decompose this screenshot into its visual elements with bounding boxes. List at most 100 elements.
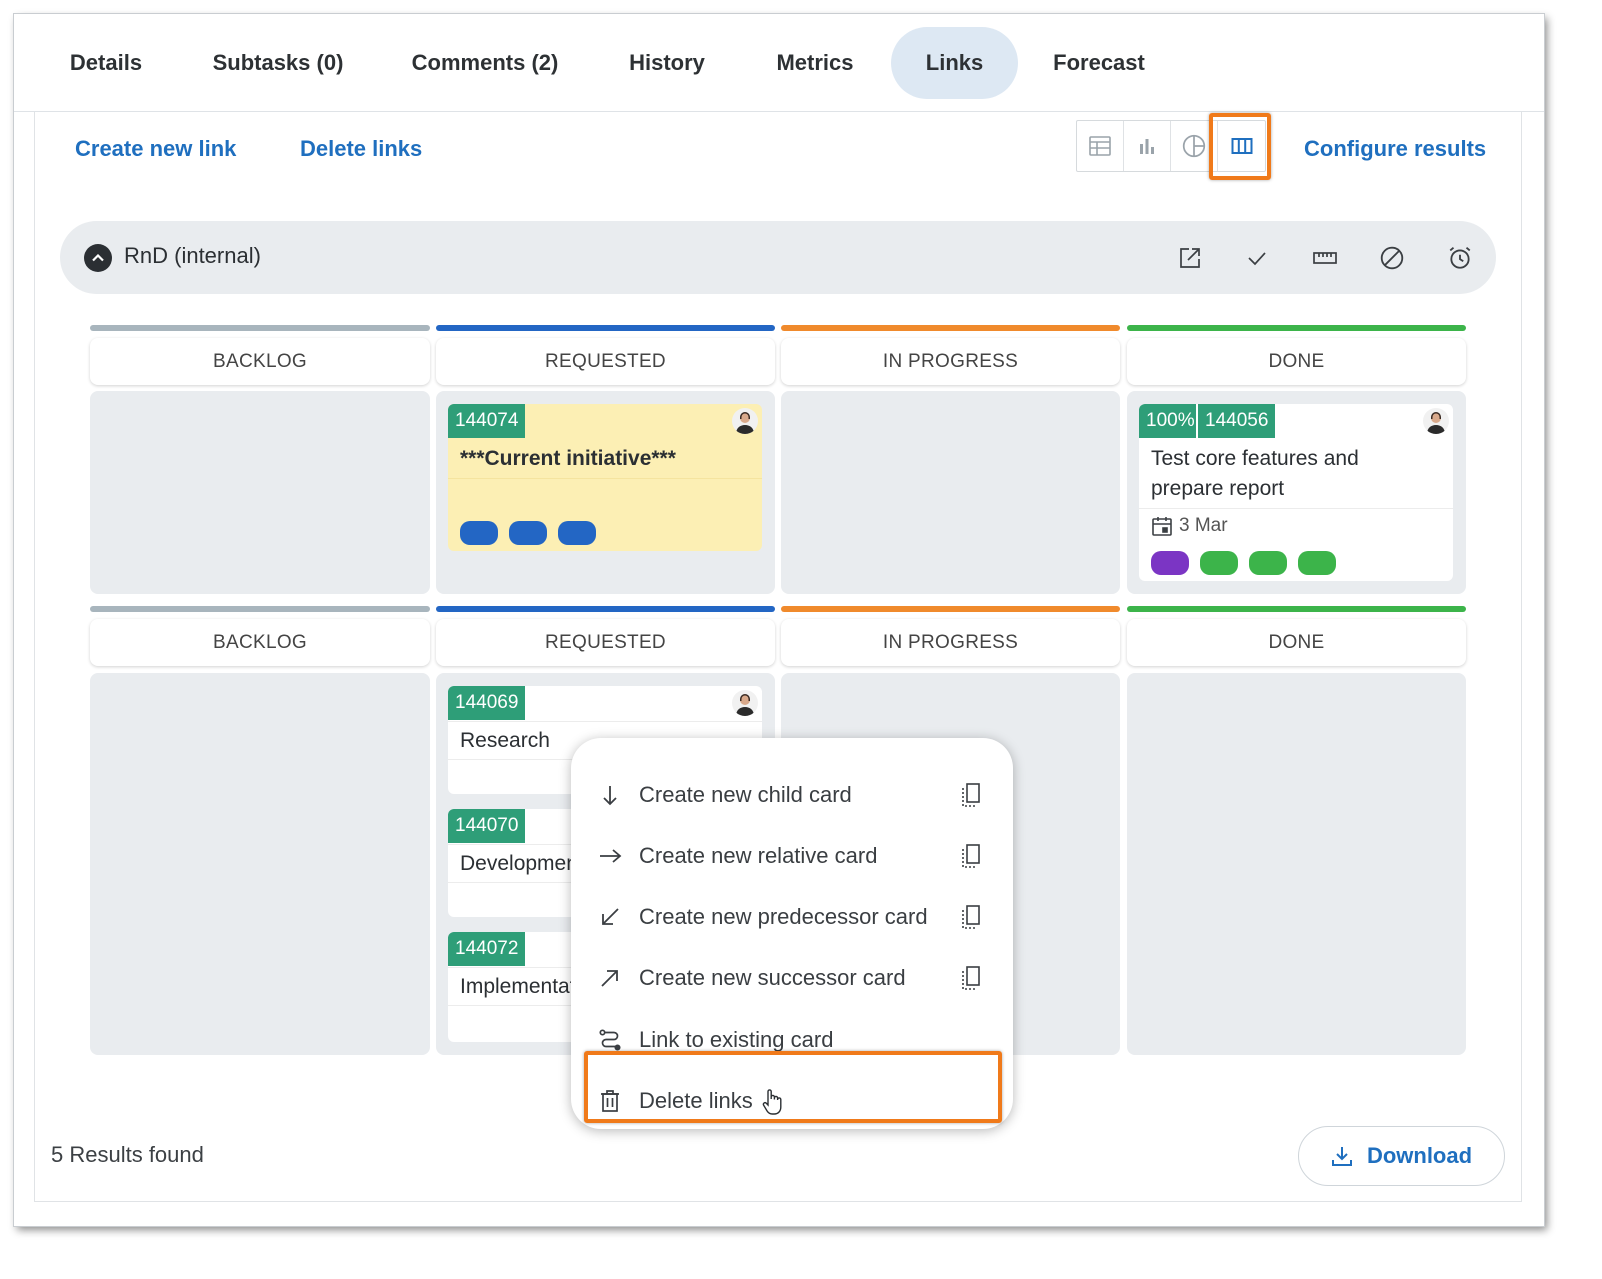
results-count: 5 Results found [51,1142,204,1167]
card-title: Research [460,729,550,752]
tab-subtasks[interactable]: Subtasks (0) [198,27,358,99]
tab-history[interactable]: History [614,27,720,99]
menu-item-create-successor[interactable]: Create new successor card [595,953,991,1003]
menu-item-label: Create new relative card [639,843,878,868]
board-cell [90,673,430,1055]
card-id-tag: 144072 [448,932,526,966]
card-divider [1139,508,1453,509]
menu-item-link-existing[interactable]: Link to existing card [595,1015,991,1065]
download-label: Download [1366,1143,1473,1168]
calendar-icon [1151,515,1173,537]
avatar [1423,408,1449,434]
done-color-bar [1127,606,1466,612]
card-id-tag: 144070 [448,809,526,843]
menu-item-label: Delete links [639,1088,753,1113]
column-header-in-progress: IN PROGRESS [781,619,1120,666]
due-date: 3 Mar [1179,515,1228,536]
board-cell [90,391,430,594]
card-title: ***Current initiative*** [460,447,676,470]
label-pill [1298,551,1336,575]
label-pill [1200,551,1238,575]
table-view-icon[interactable] [1077,121,1124,171]
check-icon[interactable] [1240,241,1274,275]
download-icon [1331,1145,1353,1167]
card-divider [448,721,762,722]
label-pill [460,521,498,545]
in-progress-color-bar [781,325,1120,331]
board-cell [1127,673,1466,1055]
requested-color-bar [436,606,775,612]
delete-links-button[interactable]: Delete links [300,136,422,162]
card-copy-icon[interactable] [959,843,983,874]
card-id-tag: 144056 [1198,404,1276,438]
arrow-down-left-icon [595,902,625,932]
label-pill [1151,551,1189,575]
arrow-up-right-icon [595,963,625,993]
group-title: RnD (internal) [124,243,261,268]
arrow-right-icon [595,841,625,871]
tab-links[interactable]: Links [891,27,1018,99]
view-switcher [1076,120,1266,172]
label-pill [1249,551,1287,575]
kanban-card[interactable]: 144074 ***Current initiative*** [448,404,762,551]
in-progress-color-bar [781,606,1120,612]
configure-results-button[interactable]: Configure results [1304,136,1486,162]
label-pill [509,521,547,545]
bar-chart-view-icon[interactable] [1124,121,1171,171]
done-color-bar [1127,325,1466,331]
ruler-icon[interactable] [1308,241,1342,275]
column-header-in-progress: IN PROGRESS [781,338,1120,385]
card-copy-icon[interactable] [959,965,983,996]
backlog-color-bar [90,325,430,331]
block-icon[interactable] [1375,241,1409,275]
download-button[interactable]: Download [1298,1126,1505,1186]
column-header-done: DONE [1127,338,1466,385]
column-header-requested: REQUESTED [436,619,775,666]
menu-item-label: Link to existing card [639,1027,834,1052]
card-divider [448,478,762,479]
menu-item-create-relative[interactable]: Create new relative card [595,831,991,881]
column-header-backlog: BACKLOG [90,338,430,385]
kanban-card[interactable]: 100% 144056 Test core features and prepa… [1139,404,1453,581]
menu-item-create-predecessor[interactable]: Create new predecessor card [595,892,991,942]
app-window: Details Subtasks (0) Comments (2) Histor… [14,14,1544,1226]
card-title-line-1: Test core features and [1151,447,1359,470]
card-copy-icon[interactable] [959,904,983,935]
column-header-done: DONE [1127,619,1466,666]
hand-cursor-icon [761,1088,783,1121]
tab-forecast[interactable]: Forecast [1040,27,1158,99]
board-cell [781,391,1120,594]
card-id-tag: 144074 [448,404,526,438]
route-icon [595,1025,625,1055]
requested-color-bar [436,325,775,331]
arrow-down-icon [595,780,625,810]
card-title: Development [460,852,584,875]
menu-item-label: Create new child card [639,782,852,807]
avatar [732,690,758,716]
menu-item-delete-links[interactable]: Delete links [595,1076,991,1126]
tab-bar: Details Subtasks (0) Comments (2) Histor… [14,14,1544,112]
column-header-requested: REQUESTED [436,338,775,385]
progress-tag: 100% [1139,404,1198,438]
open-external-icon[interactable] [1173,241,1207,275]
alarm-icon[interactable] [1443,241,1477,275]
card-title-line-2: prepare report [1151,477,1285,500]
create-new-link-button[interactable]: Create new link [75,136,236,162]
link-context-menu: Create new child card Create new relativ… [571,738,1013,1129]
tab-comments[interactable]: Comments (2) [398,27,572,99]
card-copy-icon[interactable] [959,782,983,813]
tab-metrics[interactable]: Metrics [762,27,868,99]
menu-item-create-child[interactable]: Create new child card [595,770,991,820]
menu-item-label: Create new predecessor card [639,904,928,929]
trash-icon [595,1086,625,1116]
column-header-backlog: BACKLOG [90,619,430,666]
collapse-toggle[interactable] [84,244,112,272]
label-pill [558,521,596,545]
backlog-color-bar [90,606,430,612]
card-id-tag: 144069 [448,686,526,720]
group-header: RnD (internal) [60,221,1496,294]
pie-chart-view-icon[interactable] [1171,121,1218,171]
board-view-icon[interactable] [1218,121,1265,171]
menu-item-label: Create new successor card [639,965,906,990]
tab-details[interactable]: Details [52,27,160,99]
